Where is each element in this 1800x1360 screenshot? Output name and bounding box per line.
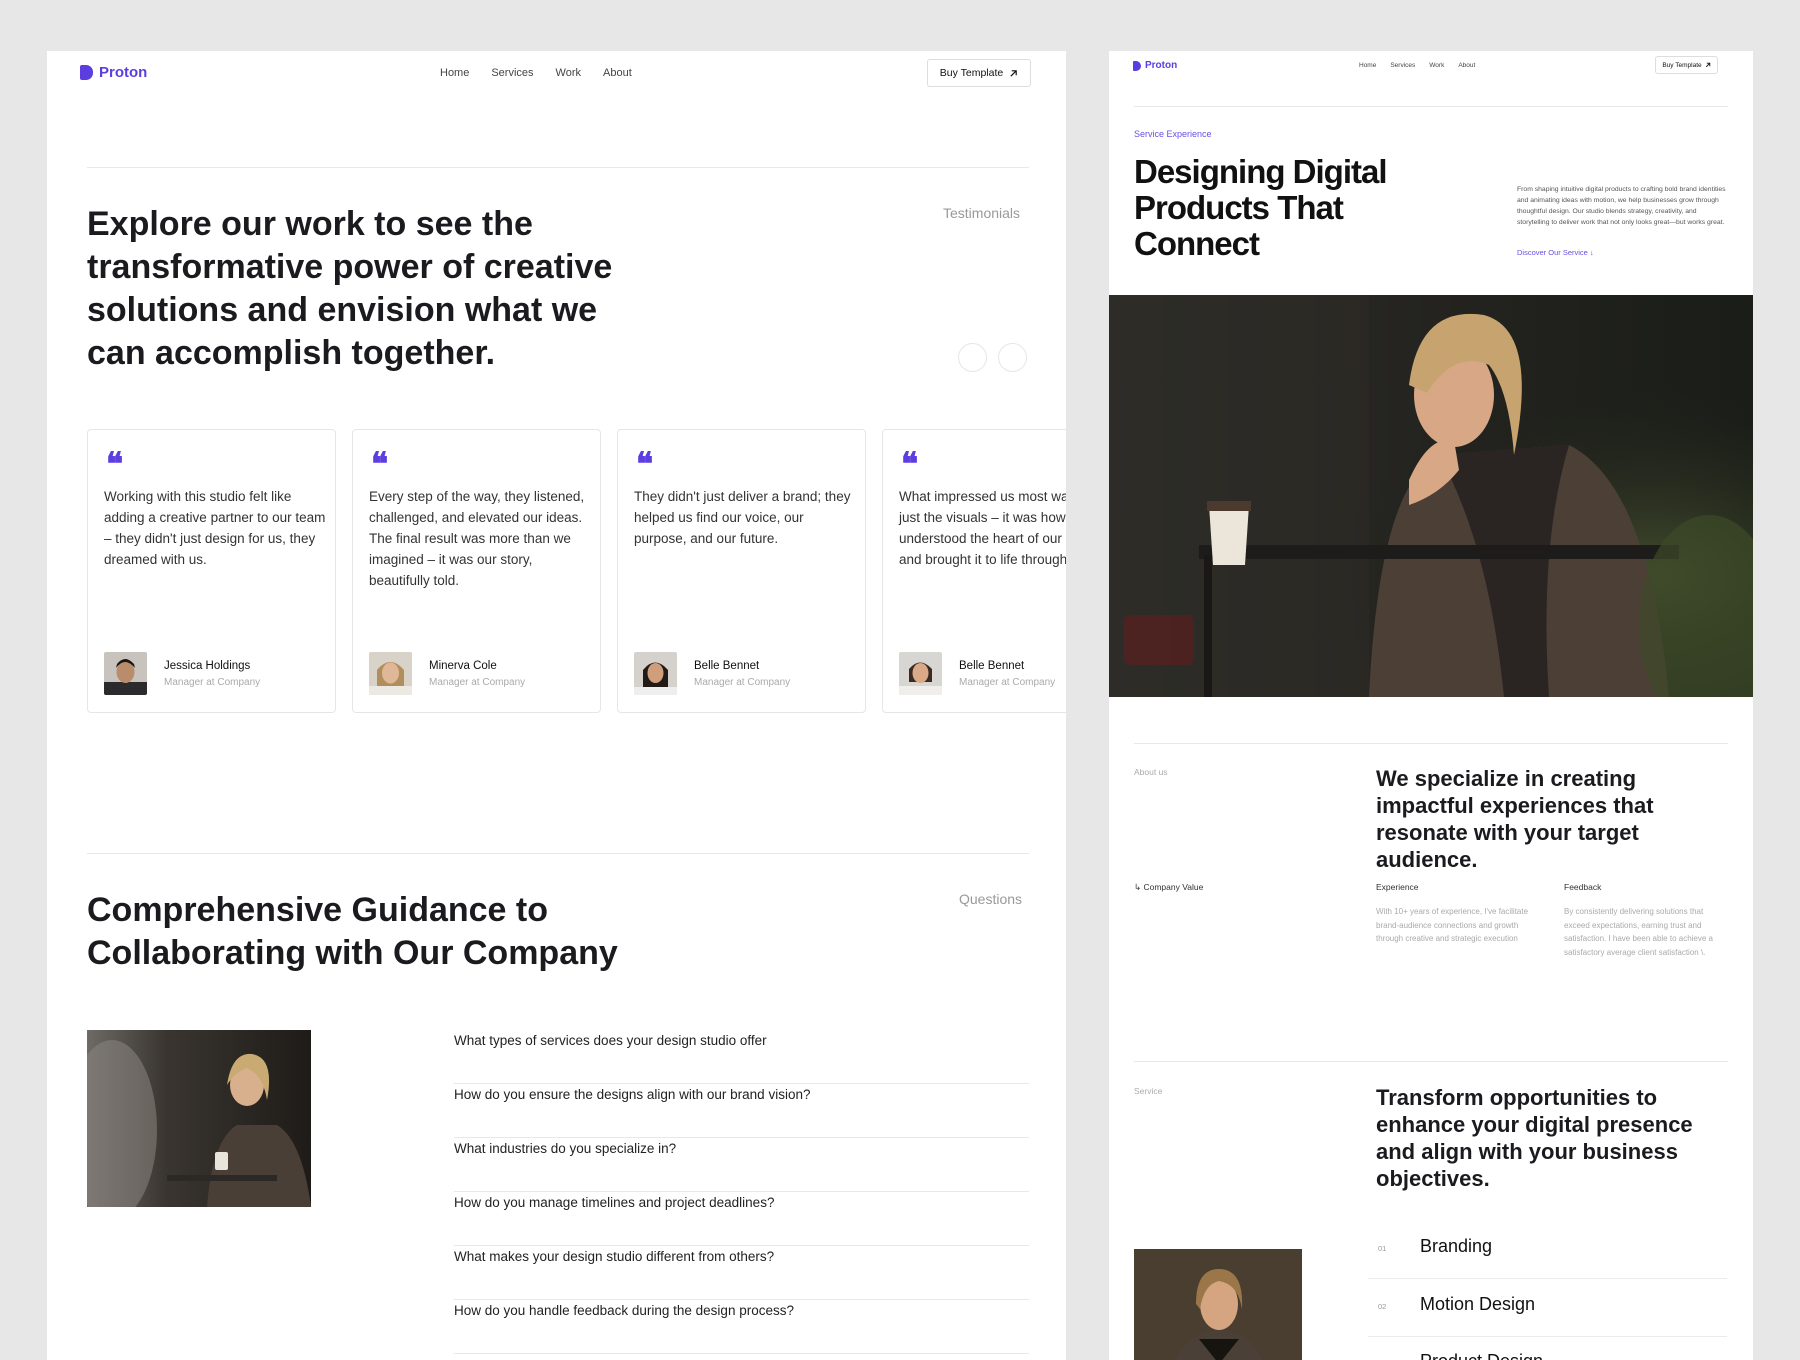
author-name: Belle Bennet bbox=[959, 660, 1025, 672]
nav-work[interactable]: Work bbox=[556, 67, 581, 79]
feedback-text: By consistently delivering solutions tha… bbox=[1564, 907, 1713, 957]
service-page: Proton Home Services Work About Buy Temp… bbox=[1109, 51, 1753, 1360]
nav-links: Home Services Work About bbox=[440, 67, 632, 79]
service-name: Motion Design bbox=[1420, 1294, 1536, 1314]
nav-about[interactable]: About bbox=[603, 67, 632, 79]
discover-service-link[interactable]: Discover Our Service ↓ bbox=[1517, 248, 1594, 257]
divider bbox=[87, 167, 1029, 168]
nav-links: Home Services Work About bbox=[1359, 62, 1475, 69]
service-label: Service bbox=[1134, 1086, 1163, 1096]
avatar bbox=[104, 652, 147, 695]
testimonial-card: ❝ Working with this studio felt like add… bbox=[87, 429, 336, 713]
logo[interactable]: Proton bbox=[80, 64, 147, 81]
experience-text: With 10+ years of experience, I've facil… bbox=[1376, 907, 1529, 943]
faq-item[interactable]: What makes your design studio different … bbox=[454, 1246, 1029, 1300]
divider bbox=[1134, 743, 1728, 744]
buy-template-button[interactable]: Buy Template bbox=[927, 59, 1031, 87]
arrow-down-icon: ↓ bbox=[1589, 248, 1594, 257]
testimonials-page: Proton Home Services Work About Buy Temp… bbox=[47, 51, 1066, 1360]
faq-item[interactable]: What industries do you specialize in? bbox=[454, 1138, 1029, 1192]
about-label: About us bbox=[1134, 767, 1168, 777]
quote-icon: ❝ bbox=[636, 445, 653, 483]
nav-home[interactable]: Home bbox=[1359, 62, 1376, 69]
service-name: Product Design bbox=[1420, 1351, 1543, 1360]
faq-item[interactable]: How do you manage timelines and project … bbox=[454, 1192, 1029, 1246]
faq-item[interactable]: How do you handle feedback during the de… bbox=[454, 1300, 1029, 1354]
faq-item[interactable]: What types of services does your design … bbox=[454, 1030, 1029, 1084]
buy-template-label: Buy Template bbox=[939, 67, 1004, 79]
avatar bbox=[899, 652, 942, 695]
author-role: Manager at Company bbox=[164, 677, 261, 688]
arrow-up-right-icon bbox=[1010, 69, 1018, 77]
divider bbox=[87, 853, 1029, 854]
testimonial-card: ❝ What impressed us most was not just th… bbox=[882, 429, 1066, 713]
avatar bbox=[634, 652, 677, 695]
service-number: 02 bbox=[1378, 1302, 1387, 1311]
service-item-motion-design[interactable]: 02 Motion Design bbox=[1368, 1280, 1727, 1337]
experience-title: Experience bbox=[1376, 882, 1419, 892]
service-description: From shaping intuitive digital products … bbox=[1517, 186, 1726, 226]
team-photo bbox=[87, 1030, 311, 1207]
hero-photo bbox=[1109, 295, 1753, 697]
quote-icon: ❝ bbox=[106, 445, 123, 483]
company-value-label: ↳ Company Value bbox=[1134, 882, 1204, 892]
faq-item[interactable]: How do you ensure the designs align with… bbox=[454, 1084, 1029, 1138]
testimonial-card: ❝ They didn't just deliver a brand; they… bbox=[617, 429, 866, 713]
author-name: Minerva Cole bbox=[429, 660, 497, 672]
nav-about[interactable]: About bbox=[1458, 62, 1475, 69]
testimonial-text: Working with this studio felt like addin… bbox=[104, 489, 326, 567]
service-eyebrow: Service Experience bbox=[1134, 129, 1212, 139]
testimonial-card: ❝ Every step of the way, they listened, … bbox=[352, 429, 601, 713]
divider bbox=[1134, 1061, 1728, 1062]
divider bbox=[1134, 106, 1728, 107]
about-headline: We specialize in creating impactful expe… bbox=[1376, 766, 1654, 872]
testimonial-text: They didn't just deliver a brand; they h… bbox=[634, 489, 851, 546]
buy-template-label: Buy Template bbox=[1662, 61, 1702, 69]
nav-services[interactable]: Services bbox=[1390, 62, 1415, 69]
author-role: Manager at Company bbox=[694, 677, 791, 688]
nav-services[interactable]: Services bbox=[491, 67, 533, 79]
logo-text: Proton bbox=[1145, 60, 1178, 71]
carousel-next-button[interactable] bbox=[998, 343, 1027, 372]
quote-icon: ❝ bbox=[371, 445, 388, 483]
buy-template-button[interactable]: Buy Template bbox=[1655, 56, 1718, 74]
testimonial-text: Every step of the way, they listened, ch… bbox=[369, 489, 585, 588]
service-item-branding[interactable]: 01 Branding bbox=[1368, 1222, 1727, 1279]
feedback-title: Feedback bbox=[1564, 882, 1602, 892]
logo[interactable]: Proton bbox=[1133, 60, 1177, 71]
service-headline: Transform opportunities to enhance your … bbox=[1376, 1085, 1693, 1191]
quote-icon: ❝ bbox=[901, 445, 918, 483]
arrow-up-right-icon bbox=[1705, 62, 1710, 68]
author-role: Manager at Company bbox=[959, 677, 1056, 688]
testimonial-text: What impressed us most was not just the … bbox=[899, 489, 1066, 567]
service-item-product-design[interactable]: 03 Product Design bbox=[1368, 1337, 1727, 1360]
proton-logo-icon bbox=[1133, 60, 1141, 71]
author-name: Belle Bennet bbox=[694, 660, 760, 672]
testimonials-heading: Explore our work to see the transformati… bbox=[87, 205, 613, 372]
service-name: Branding bbox=[1420, 1236, 1493, 1256]
logo-text: Proton bbox=[99, 64, 148, 81]
faq-heading: Comprehensive Guidance to Collaborating … bbox=[87, 891, 618, 972]
proton-logo-icon bbox=[80, 65, 93, 80]
nav-home[interactable]: Home bbox=[440, 67, 469, 79]
testimonials-tag: Testimonials bbox=[943, 205, 1021, 221]
service-number: 01 bbox=[1378, 1244, 1387, 1253]
author-role: Manager at Company bbox=[429, 677, 526, 688]
nav-work[interactable]: Work bbox=[1429, 62, 1444, 69]
avatar bbox=[369, 652, 412, 695]
carousel-prev-button[interactable] bbox=[958, 343, 987, 372]
faq-tag: Questions bbox=[959, 891, 1023, 907]
author-name: Jessica Holdings bbox=[164, 660, 251, 672]
service-heading: Designing Digital Products That Connect bbox=[1134, 153, 1388, 262]
portrait-photo bbox=[1134, 1249, 1302, 1360]
